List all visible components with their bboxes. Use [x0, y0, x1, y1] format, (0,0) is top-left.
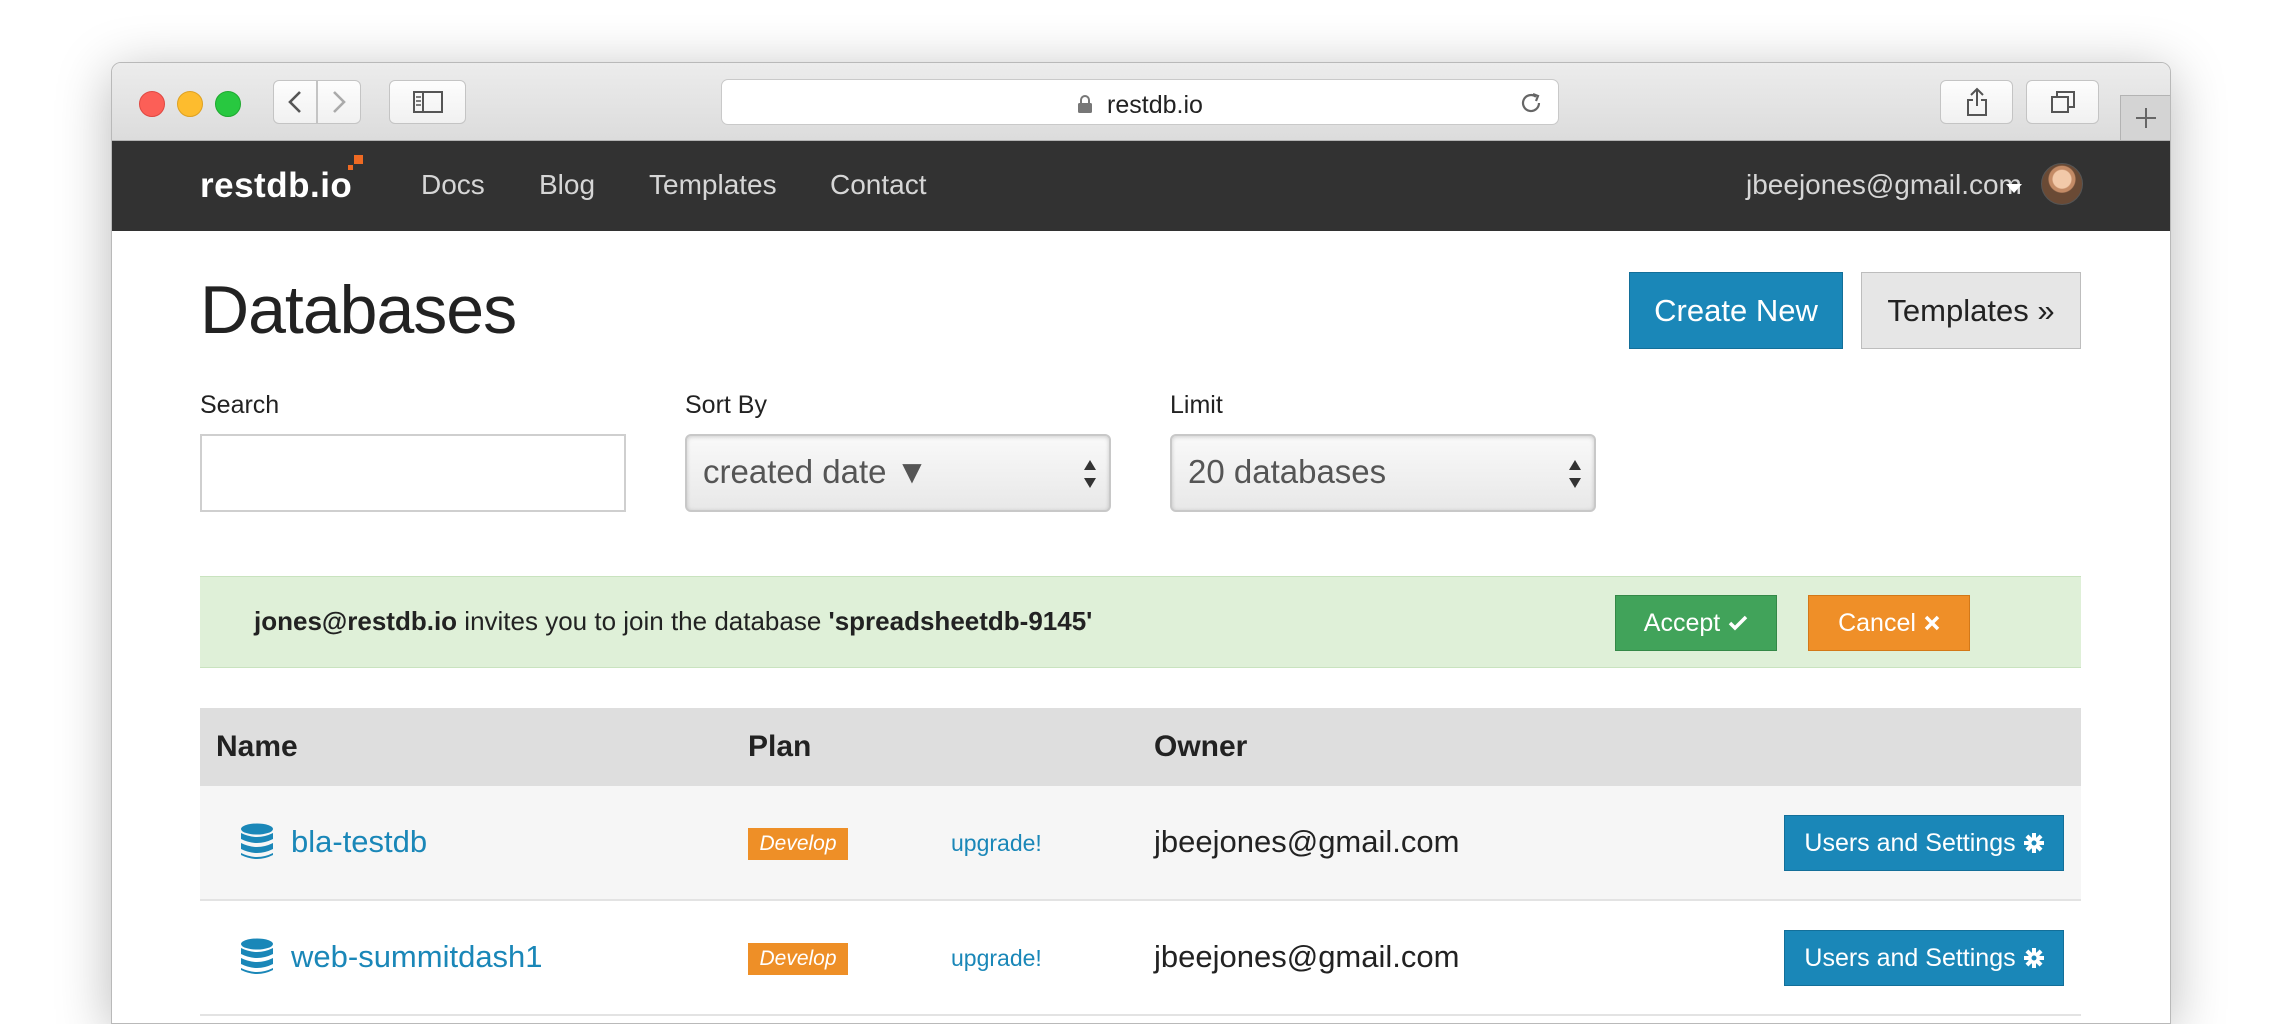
select-arrows-icon: [1569, 460, 1581, 488]
select-arrows-icon: [1084, 460, 1096, 488]
address-url: restdb.io: [1107, 91, 1203, 119]
limit-label: Limit: [1170, 391, 1223, 419]
caret-down-icon[interactable]: [2006, 184, 2022, 194]
gear-icon: [2023, 833, 2044, 853]
close-window-button[interactable]: [139, 91, 165, 117]
x-icon: [1924, 615, 1940, 631]
avatar[interactable]: [2041, 163, 2083, 205]
users-settings-label: Users and Settings: [1804, 943, 2016, 972]
upgrade-link[interactable]: upgrade!: [951, 830, 1042, 857]
tabs-icon: [2050, 91, 2075, 113]
database-name-link[interactable]: bla-testdb: [291, 824, 427, 860]
header-owner: Owner: [1154, 730, 1248, 763]
nav-templates[interactable]: Templates: [649, 169, 777, 201]
accept-button[interactable]: Accept: [1615, 595, 1777, 651]
plan-badge: Develop: [748, 943, 848, 975]
gear-icon: [2023, 948, 2044, 968]
create-new-button[interactable]: Create New: [1629, 272, 1843, 349]
share-button[interactable]: [1940, 80, 2013, 124]
sidebar-button[interactable]: [389, 80, 466, 124]
back-button[interactable]: [273, 80, 317, 124]
database-icon: [241, 823, 273, 859]
forward-button[interactable]: [317, 80, 361, 124]
nav-contact[interactable]: Contact: [830, 169, 927, 201]
invitation-text: invites you to join the database: [457, 606, 829, 636]
plus-icon: [2135, 108, 2156, 128]
database-name-link[interactable]: web-summitdash1: [291, 939, 543, 975]
minimize-window-button[interactable]: [177, 91, 203, 117]
owner-email: jbeejones@gmail.com: [1154, 939, 1460, 974]
cancel-label: Cancel: [1838, 608, 1916, 637]
sort-label: Sort By: [685, 391, 767, 419]
new-tab-button[interactable]: [2120, 95, 2170, 140]
search-label: Search: [200, 391, 280, 419]
limit-select-value: 20 databases: [1188, 453, 1387, 490]
brand-logo[interactable]: restdb.io: [200, 166, 352, 206]
share-icon: [1966, 87, 1987, 116]
users-settings-button[interactable]: Users and Settings: [1784, 815, 2064, 871]
forward-icon: [333, 91, 346, 113]
user-menu[interactable]: jbeejones@gmail.com: [1746, 169, 2022, 201]
table-row: bla-testdb Develop upgrade! jbeejones@gm…: [200, 786, 2081, 901]
page-title: Databases: [200, 272, 517, 348]
site-navbar: restdb.io Docs Blog Templates Contact jb…: [112, 141, 2170, 231]
databases-table: Name Plan Owner bla-testdb Develop upgra…: [200, 708, 2081, 1016]
sidebar-icon: [412, 91, 443, 113]
users-settings-button[interactable]: Users and Settings: [1784, 930, 2064, 986]
checkmark-icon: [1728, 615, 1748, 631]
invited-database: 'spreadsheetdb-9145': [828, 606, 1093, 636]
accept-label: Accept: [1643, 608, 1721, 637]
reload-icon[interactable]: [1518, 90, 1544, 116]
sort-select[interactable]: created date ▼: [685, 434, 1111, 512]
plan-badge: Develop: [748, 828, 848, 860]
inviter-email: jones@restdb.io: [254, 606, 458, 636]
table-header: Name Plan Owner: [200, 708, 2081, 786]
back-icon: [288, 91, 301, 113]
invitation-alert: jones@restdb.io invites you to join the …: [200, 576, 2081, 668]
nav-docs[interactable]: Docs: [421, 169, 485, 201]
zoom-window-button[interactable]: [215, 91, 241, 117]
browser-window: restdb.io restdb.io Docs Blog Templates …: [111, 62, 2171, 1024]
tabs-overview-button[interactable]: [2026, 80, 2099, 124]
sort-select-value: created date ▼: [703, 453, 929, 490]
nav-blog[interactable]: Blog: [539, 169, 595, 201]
invitation-message: jones@restdb.io invites you to join the …: [254, 606, 1092, 637]
users-settings-label: Users and Settings: [1804, 828, 2016, 857]
owner-email: jbeejones@gmail.com: [1154, 824, 1460, 859]
upgrade-link[interactable]: upgrade!: [951, 945, 1042, 972]
table-row: web-summitdash1 Develop upgrade! jbeejon…: [200, 901, 2081, 1016]
database-icon: [241, 938, 273, 974]
header-plan: Plan: [748, 730, 812, 763]
logo-mark-icon: [348, 155, 363, 170]
browser-toolbar: restdb.io: [112, 63, 2170, 141]
templates-button[interactable]: Templates »: [1861, 272, 2081, 349]
limit-select[interactable]: 20 databases: [1170, 434, 1596, 512]
cancel-button[interactable]: Cancel: [1808, 595, 1970, 651]
header-name: Name: [216, 730, 298, 763]
search-input[interactable]: [200, 434, 626, 512]
address-bar[interactable]: restdb.io: [721, 79, 1559, 125]
